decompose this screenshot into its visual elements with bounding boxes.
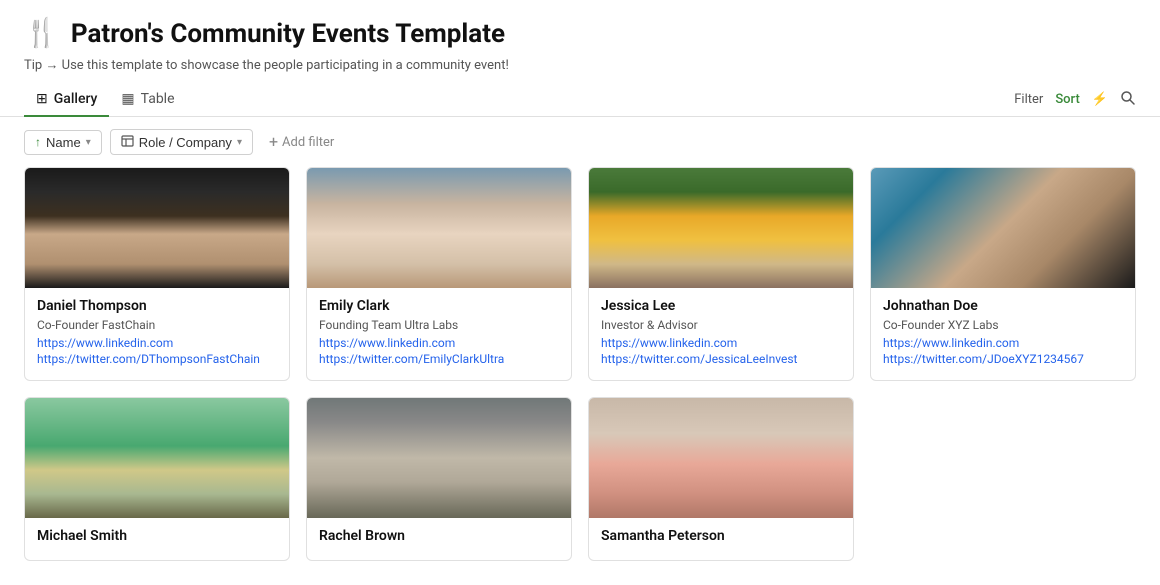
name-filter-label: Name <box>46 135 81 150</box>
tip-text: Tip → Use this template to showcase the … <box>24 58 509 73</box>
person-photo-rachel-brown <box>307 398 571 518</box>
person-photo-johnathan-doe <box>871 168 1135 288</box>
tab-gallery-label: Gallery <box>54 91 98 107</box>
name-filter-arrow: ▾ <box>86 137 91 148</box>
person-linkedin-daniel-thompson[interactable]: https://www.linkedin.com <box>37 336 277 350</box>
filter-button[interactable]: Filter <box>1014 92 1043 107</box>
tab-gallery[interactable]: ⊞ Gallery <box>24 83 109 117</box>
sort-button[interactable]: Sort <box>1055 92 1080 107</box>
tip-bar: Tip → Use this template to showcase the … <box>0 55 1160 83</box>
person-role-johnathan-doe: Co-Founder XYZ Labs <box>883 318 1123 332</box>
person-photo-emily-clark <box>307 168 571 288</box>
gallery-grid: Daniel Thompson Co-Founder FastChain https… <box>0 167 1160 585</box>
person-photo-daniel-thompson <box>25 168 289 288</box>
person-name-emily-clark: Emily Clark <box>319 298 559 314</box>
name-filter-button[interactable]: ↑ Name ▾ <box>24 130 102 155</box>
person-photo-jessica-lee <box>589 168 853 288</box>
person-role-emily-clark: Founding Team Ultra Labs <box>319 318 559 332</box>
role-company-filter-label: Role / Company <box>139 135 232 150</box>
person-photo-michael-smith <box>25 398 289 518</box>
person-card-daniel-thompson[interactable]: Daniel Thompson Co-Founder FastChain https… <box>24 167 290 381</box>
add-filter-label: Add filter <box>282 135 334 150</box>
person-role-jessica-lee: Investor & Advisor <box>601 318 841 332</box>
tab-table-label: Table <box>141 91 175 107</box>
role-company-filter-button[interactable]: Role / Company ▾ <box>110 129 253 155</box>
filter-bar: ↑ Name ▾ Role / Company ▾ + Add filter <box>0 117 1160 167</box>
person-card-michael-smith[interactable]: Michael Smith <box>24 397 290 561</box>
top-right-controls: Filter Sort ⚡ <box>1014 90 1136 110</box>
add-filter-button[interactable]: + Add filter <box>261 130 342 154</box>
person-name-samantha-peterson: Samantha Peterson <box>601 528 841 544</box>
person-twitter-daniel-thompson[interactable]: https://twitter.com/DThompsonFastChain <box>37 352 277 366</box>
person-twitter-johnathan-doe[interactable]: https://twitter.com/JDoeXYZ1234567 <box>883 352 1123 366</box>
person-card-samantha-peterson[interactable]: Samantha Peterson <box>588 397 854 561</box>
gallery-icon: ⊞ <box>36 91 48 107</box>
app-header: 🍴 Patron's Community Events Template <box>0 0 1160 55</box>
person-twitter-jessica-lee[interactable]: https://twitter.com/JessicaLeeInvest <box>601 352 841 366</box>
tab-table[interactable]: ▦ Table <box>109 83 186 117</box>
person-card-rachel-brown[interactable]: Rachel Brown <box>306 397 572 561</box>
person-linkedin-jessica-lee[interactable]: https://www.linkedin.com <box>601 336 841 350</box>
person-name-jessica-lee: Jessica Lee <box>601 298 841 314</box>
person-twitter-emily-clark[interactable]: https://twitter.com/EmilyClarkUltra <box>319 352 559 366</box>
person-name-johnathan-doe: Johnathan Doe <box>883 298 1123 314</box>
person-card-jessica-lee[interactable]: Jessica Lee Investor & Advisor https://www… <box>588 167 854 381</box>
person-card-emily-clark[interactable]: Emily Clark Founding Team Ultra Labs https… <box>306 167 572 381</box>
app-title: Patron's Community Events Template <box>71 19 505 49</box>
person-name-daniel-thompson: Daniel Thompson <box>37 298 277 314</box>
role-company-filter-arrow: ▾ <box>237 137 242 148</box>
view-tabs: ⊞ Gallery ▦ Table Filter Sort ⚡ <box>0 83 1160 117</box>
search-icon[interactable] <box>1120 90 1136 110</box>
person-linkedin-johnathan-doe[interactable]: https://www.linkedin.com <box>883 336 1123 350</box>
lightning-icon[interactable]: ⚡ <box>1092 92 1108 107</box>
person-role-daniel-thompson: Co-Founder FastChain <box>37 318 277 332</box>
person-card-johnathan-doe[interactable]: Johnathan Doe Co-Founder XYZ Labs https://… <box>870 167 1136 381</box>
sort-up-icon: ↑ <box>35 135 41 149</box>
building-icon <box>121 134 134 150</box>
person-linkedin-emily-clark[interactable]: https://www.linkedin.com <box>319 336 559 350</box>
app-icon: 🍴 <box>24 16 59 49</box>
person-photo-samantha-peterson <box>589 398 853 518</box>
person-name-rachel-brown: Rachel Brown <box>319 528 559 544</box>
person-name-michael-smith: Michael Smith <box>37 528 277 544</box>
table-icon: ▦ <box>121 91 134 107</box>
add-icon: + <box>269 134 278 150</box>
